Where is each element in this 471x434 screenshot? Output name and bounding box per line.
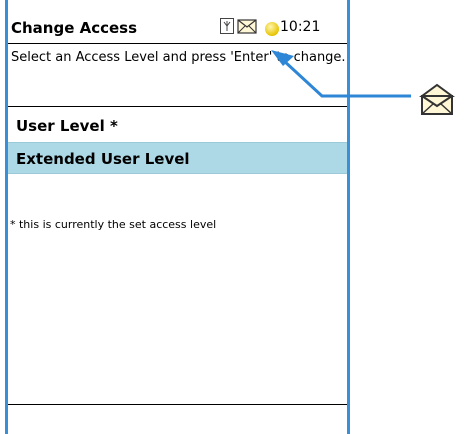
- footnote: * this is currently the set access level: [10, 218, 217, 231]
- battery-icon: [265, 22, 279, 36]
- mail-icon: [237, 19, 257, 34]
- envelope-icon: [419, 83, 455, 115]
- instruction-text: Select an Access Level and press 'Enter'…: [11, 50, 346, 65]
- title-bar: Change Access 10:21: [8, 14, 347, 44]
- option-extended-user-level[interactable]: Extended User Level: [8, 142, 347, 174]
- bottom-divider: [8, 404, 347, 405]
- divider: [8, 106, 347, 107]
- option-user-level[interactable]: User Level *: [8, 110, 347, 142]
- antenna-icon: [220, 18, 234, 34]
- page-title: Change Access: [11, 19, 138, 37]
- device-screen: Change Access 10:21 Select an Access Lev…: [5, 0, 350, 434]
- clock-time: 10:21: [280, 19, 321, 35]
